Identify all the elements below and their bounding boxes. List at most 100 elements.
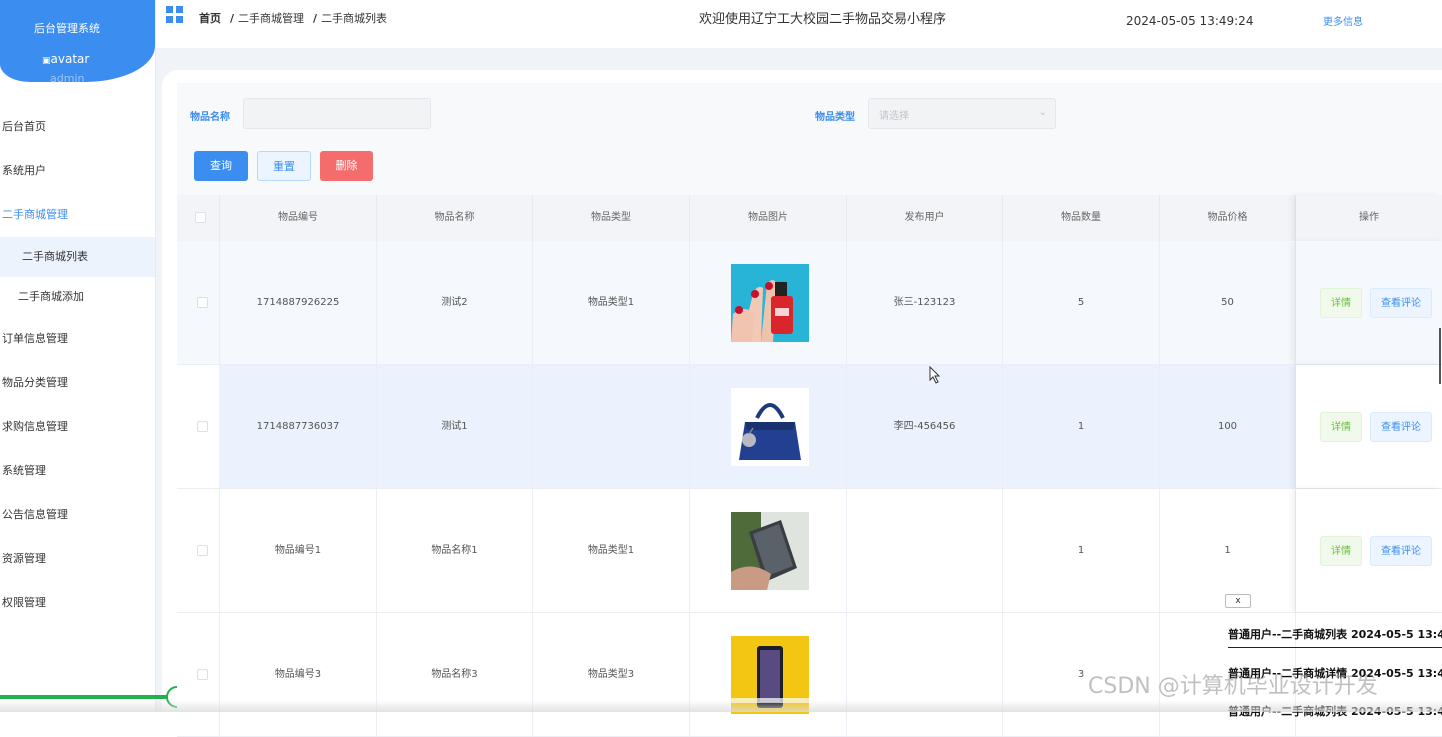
cell-item-name: 物品名称1 [377,489,533,612]
detail-button[interactable]: 详情 [1320,288,1362,318]
cell-item-id: 物品编号1 [220,489,377,612]
row-select-cell [177,613,220,736]
row-select-cell [177,365,220,488]
breadcrumb-home[interactable]: 首页 [199,12,221,25]
breadcrumb-market[interactable]: 二手商城管理 [238,12,304,25]
sidebar-item-home[interactable]: 后台首页 [0,105,155,149]
breadcrumb-list: 二手商城列表 [321,12,388,25]
sidebar: 后台管理系统 ▣avatar admin 后台首页 系统用户 二手商城管理 二手… [0,0,156,712]
cell-actions: 详情 查看评论 [1296,241,1442,364]
top-bar: 首页 / 二手商城管理 / 二手商城列表 欢迎使用辽宁工大校园二手物品交易小程序 202… [156,0,1442,48]
view-comments-button[interactable]: 查看评论 [1370,288,1432,318]
watermark: CSDN @计算机毕业设计开发 [1088,674,1378,699]
col-price: 物品价格 [1160,195,1296,241]
cell-item-id: 1714887736037 [220,365,377,488]
cell-actions: 详情 查看评论 [1296,489,1442,612]
reset-button[interactable]: 重置 [257,151,311,181]
table-row[interactable]: 1714887926225 测试2 物品类型1 张三-123123 5 50 详… [177,241,1442,365]
delete-button[interactable]: 删除 [320,151,373,181]
sidebar-item-permissions[interactable]: 权限管理 [0,581,155,625]
phone-in-hand-photo[interactable] [731,512,809,590]
menu-toggle-icon[interactable] [166,6,184,24]
cell-quantity: 1 [1003,365,1160,488]
item-name-input[interactable] [243,98,431,129]
cell-item-type: 物品类型3 [533,613,690,736]
view-comments-button[interactable]: 查看评论 [1370,412,1432,442]
more-info-link[interactable]: 更多信息 [1323,13,1363,28]
table-row[interactable]: 物品编号1 物品名称1 物品类型1 1 1 详情 查看评论 [177,489,1442,613]
broken-image-icon: ▣ [42,56,51,66]
welcome-text: 欢迎使用辽宁工大校园二手物品交易小程序 [699,12,947,27]
row-select-cell [177,489,220,612]
col-actions: 操作 [1296,195,1442,241]
handbag-photo[interactable] [731,388,809,466]
col-publisher: 发布用户 [847,195,1003,241]
cell-item-type: 物品类型1 [533,241,690,364]
sidebar-item-orders[interactable]: 订单信息管理 [0,317,155,361]
row-checkbox[interactable] [197,421,208,432]
col-item-image: 物品图片 [690,195,847,241]
sidebar-item-categories[interactable]: 物品分类管理 [0,361,155,405]
sidebar-item-market-management[interactable]: 二手商城管理 [0,193,155,237]
system-title: 后台管理系统 [34,22,100,35]
select-all-checkbox[interactable] [195,212,206,223]
cell-publisher [847,613,1003,736]
table-row[interactable]: 1714887736037 测试1 李四-456456 1 100 详情 查看评… [177,365,1442,489]
cell-publisher: 李四-456456 [847,365,1003,488]
header-select-cell [177,195,220,241]
log-entry: 普通用户--二手商城列表 2024-05-5 13:4 [1228,628,1442,641]
username: admin [50,72,85,85]
col-item-type: 物品类型 [533,195,690,241]
datetime: 2024-05-05 13:49:24 [1126,14,1254,28]
cell-item-image [690,613,847,736]
cell-price: 50 [1160,241,1296,364]
avatar: ▣avatar [42,52,89,66]
detail-button[interactable]: 详情 [1320,536,1362,566]
detail-button[interactable]: 详情 [1320,412,1362,442]
cell-price: 100 [1160,365,1296,488]
sidebar-item-system[interactable]: 系统管理 [0,449,155,493]
table-header: 物品编号 物品名称 物品类型 物品图片 发布用户 物品数量 物品价格 操作 [177,195,1442,241]
mouse-cursor-icon [929,366,941,384]
breadcrumb: 首页 / 二手商城管理 / 二手商城列表 [199,12,388,25]
col-item-id: 物品编号 [220,195,377,241]
cell-item-id: 1714887926225 [220,241,377,364]
cell-item-image [690,365,847,488]
cell-publisher: 张三-123123 [847,241,1003,364]
cell-quantity: 5 [1003,241,1160,364]
video-progress-bar[interactable] [0,695,176,699]
sidebar-subitem-market-add[interactable]: 二手商城添加 [0,277,155,317]
sidebar-item-resources[interactable]: 资源管理 [0,537,155,581]
row-checkbox[interactable] [197,669,208,680]
item-type-select[interactable]: 请选择 ⌄ [868,98,1056,129]
scrollbar[interactable] [1439,328,1441,384]
row-checkbox[interactable] [197,545,208,556]
cell-item-type: 物品类型1 [533,489,690,612]
item-type-placeholder: 请选择 [879,111,909,122]
query-button[interactable]: 查询 [194,151,248,181]
col-quantity: 物品数量 [1003,195,1160,241]
view-comments-button[interactable]: 查看评论 [1370,536,1432,566]
row-select-cell [177,241,220,364]
cell-item-name: 测试1 [377,365,533,488]
item-type-label: 物品类型 [815,112,855,123]
nail-polish-photo[interactable] [731,264,809,342]
cell-item-image [690,241,847,364]
brand-header: 后台管理系统 ▣avatar admin [0,0,155,85]
log-divider [1228,647,1442,648]
col-item-name: 物品名称 [377,195,533,241]
sidebar-subitem-market-list[interactable]: 二手商城列表 [0,237,155,277]
sidebar-item-announcements[interactable]: 公告信息管理 [0,493,155,537]
row-checkbox[interactable] [197,297,208,308]
cell-item-type [533,365,690,488]
close-notification-button[interactable]: x [1225,594,1251,608]
cell-quantity: 1 [1003,489,1160,612]
cell-item-id: 物品编号3 [220,613,377,736]
sidebar-item-system-users[interactable]: 系统用户 [0,149,155,193]
cell-publisher [847,489,1003,612]
sidebar-menu: 后台首页 系统用户 二手商城管理 二手商城列表 二手商城添加 订单信息管理 物品… [0,105,155,625]
sidebar-item-purchase-requests[interactable]: 求购信息管理 [0,405,155,449]
chevron-down-icon: ⌄ [1038,107,1047,118]
avatar-alt-text: avatar [50,52,90,66]
cell-item-name: 物品名称3 [377,613,533,736]
